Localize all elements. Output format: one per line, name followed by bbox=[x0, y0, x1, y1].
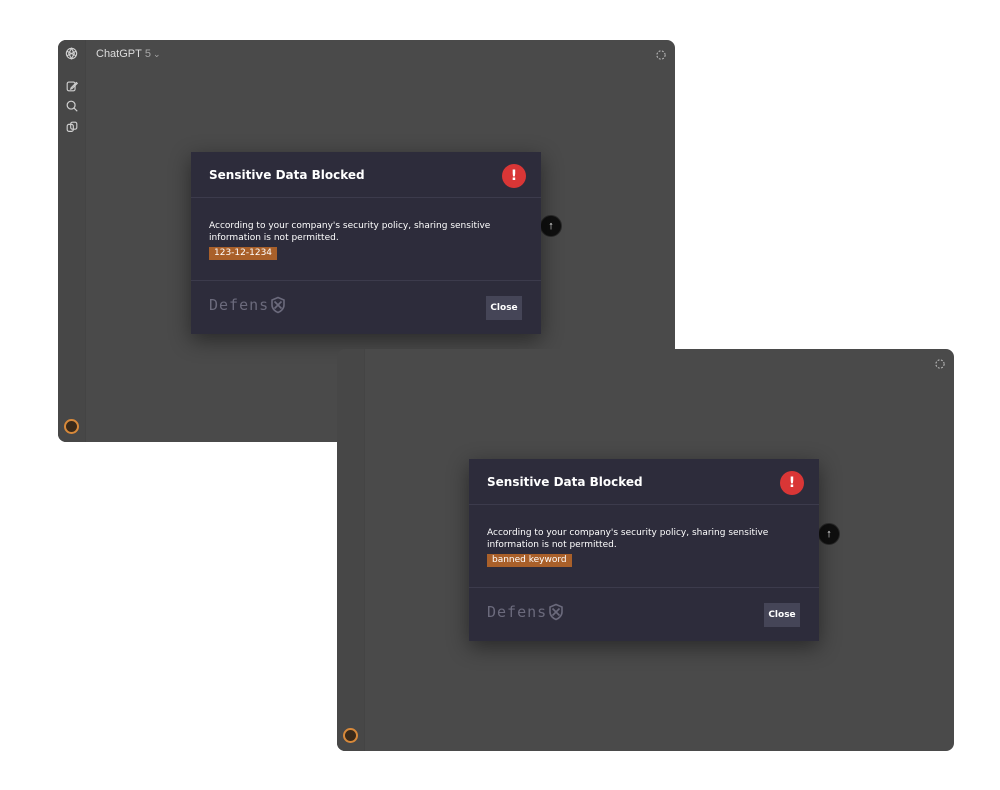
chatgpt-window-b: ↑ Sensitive Data Blocked ! According to … bbox=[337, 349, 954, 751]
close-button[interactable]: Close bbox=[764, 603, 800, 627]
brand-text: Defens bbox=[487, 603, 548, 621]
modal-body: According to your company's security pol… bbox=[487, 527, 807, 567]
arrow-up-icon: ↑ bbox=[548, 220, 554, 232]
user-avatar[interactable] bbox=[64, 419, 79, 434]
chevron-down-icon: ⌄ bbox=[152, 49, 161, 59]
alert-icon: ! bbox=[502, 164, 526, 188]
app-title: ChatGPT bbox=[96, 48, 142, 60]
sidebar bbox=[58, 40, 86, 442]
temporary-chat-icon[interactable] bbox=[934, 358, 946, 370]
close-button[interactable]: Close bbox=[486, 296, 522, 320]
modal-footer: Defens Close bbox=[191, 280, 541, 334]
alert-icon: ! bbox=[780, 471, 804, 495]
sensitive-data-modal: Sensitive Data Blocked ! According to yo… bbox=[469, 459, 819, 641]
flagged-value-badge: banned keyword bbox=[487, 554, 572, 567]
search-icon[interactable] bbox=[65, 99, 79, 113]
sidebar bbox=[337, 349, 365, 751]
send-button[interactable]: ↑ bbox=[540, 215, 562, 237]
send-button[interactable]: ↑ bbox=[818, 523, 840, 545]
model-version: 5 bbox=[144, 48, 151, 60]
defensx-logo: Defens bbox=[209, 295, 286, 315]
flagged-value-badge: 123-12-1234 bbox=[209, 247, 278, 260]
temporary-chat-icon[interactable] bbox=[655, 49, 667, 61]
policy-message: According to your company's security pol… bbox=[209, 221, 491, 243]
shield-x-icon bbox=[271, 296, 285, 314]
modal-title: Sensitive Data Blocked bbox=[209, 168, 365, 182]
modal-footer: Defens Close bbox=[469, 587, 819, 641]
user-avatar[interactable] bbox=[343, 728, 358, 743]
shield-x-icon bbox=[549, 603, 563, 621]
modal-header: Sensitive Data Blocked ! bbox=[191, 152, 541, 198]
modal-header: Sensitive Data Blocked ! bbox=[469, 459, 819, 505]
modal-title: Sensitive Data Blocked bbox=[487, 475, 643, 489]
brand-text: Defens bbox=[209, 296, 270, 314]
modal-body: According to your company's security pol… bbox=[209, 220, 529, 260]
policy-message: According to your company's security pol… bbox=[487, 528, 769, 550]
model-selector[interactable]: ChatGPT 5 ⌄ bbox=[96, 48, 161, 60]
openai-logo-icon[interactable] bbox=[64, 46, 79, 61]
arrow-up-icon: ↑ bbox=[826, 528, 832, 540]
sensitive-data-modal: Sensitive Data Blocked ! According to yo… bbox=[191, 152, 541, 334]
defensx-logo: Defens bbox=[487, 602, 564, 622]
new-chat-icon[interactable] bbox=[65, 79, 79, 93]
library-icon[interactable] bbox=[65, 120, 79, 134]
